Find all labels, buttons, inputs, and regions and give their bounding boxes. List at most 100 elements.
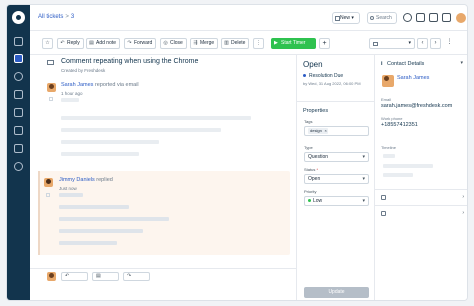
- calendar-icon[interactable]: [416, 13, 425, 22]
- add-label: +: [322, 40, 327, 47]
- reply-accent-bar: [38, 171, 40, 255]
- user-avatar[interactable]: [456, 13, 466, 23]
- admin-gear-icon[interactable]: [14, 162, 23, 171]
- quick-reply-button[interactable]: ↶: [61, 272, 88, 281]
- search-box[interactable]: Search: [367, 12, 397, 24]
- phone-label: Work phone: [381, 116, 403, 121]
- first-message-header: Sarah James reported via email: [61, 82, 139, 88]
- reply-options-icon[interactable]: [46, 193, 50, 197]
- placeholder-line: [61, 128, 221, 132]
- home-icon[interactable]: [14, 37, 23, 46]
- delete-button[interactable]: ▥ Delete: [221, 38, 250, 49]
- freshdesk-logo[interactable]: [12, 11, 25, 24]
- reply-message-time: Just now: [59, 186, 77, 191]
- chevron-down-icon: ▾: [362, 198, 365, 204]
- close-ticket-button[interactable]: ◎ Close: [160, 38, 187, 49]
- priority-select[interactable]: Low ▾: [304, 196, 369, 206]
- quick-note-button[interactable]: ▤: [92, 272, 119, 281]
- tags-field[interactable]: design ×: [304, 126, 369, 136]
- quick-forward-button[interactable]: ↷: [123, 272, 150, 281]
- next-ticket-button[interactable]: ›: [430, 38, 441, 49]
- type-label: Type: [304, 145, 313, 150]
- more-nav-icon: ⋮: [446, 39, 453, 45]
- prev-label: ‹: [421, 40, 424, 46]
- tickets-icon[interactable]: [14, 54, 23, 63]
- placeholder-line: [59, 241, 117, 245]
- forward-icon: ↷: [127, 40, 132, 46]
- merge-label: Merge: [200, 40, 215, 46]
- chevron-right-icon: ›: [462, 194, 464, 200]
- knowledge-base-icon[interactable]: [14, 108, 23, 117]
- tags-label: Tags: [304, 119, 313, 124]
- reply-label: Reply: [67, 40, 80, 46]
- trash-icon: ▥: [224, 40, 229, 46]
- placeholder-line: [383, 173, 413, 177]
- add-note-button[interactable]: ▤ Add note: [86, 38, 121, 49]
- placeholder-line: [59, 205, 129, 209]
- update-button[interactable]: Update: [304, 287, 369, 298]
- email-label: Email: [381, 97, 392, 102]
- add-note-label: Add note: [96, 40, 117, 46]
- required-mark: *: [316, 167, 319, 172]
- reply-message-card: Jimmy Daniels replied Just now: [38, 171, 290, 255]
- merge-button[interactable]: ⇶ Merge: [190, 38, 219, 49]
- tag-remove-icon[interactable]: ×: [324, 128, 326, 134]
- reply-message-header: Jimmy Daniels replied: [59, 177, 113, 183]
- apps-icon[interactable]: [429, 13, 438, 22]
- contact-name[interactable]: Sarah James: [397, 75, 429, 81]
- breadcrumb-all-tickets[interactable]: All tickets: [38, 14, 63, 20]
- start-timer-button[interactable]: ▶ Start Timer: [271, 38, 316, 49]
- agent-avatar: [44, 178, 53, 187]
- next-label: ›: [434, 40, 437, 46]
- properties-heading: Properties: [297, 101, 375, 114]
- view-selector[interactable]: ▾: [369, 38, 415, 49]
- reports-icon[interactable]: [14, 144, 23, 153]
- chevron-down-icon: ▾: [408, 40, 411, 46]
- forward-button[interactable]: ↷ Forward: [124, 38, 157, 49]
- notifications-bell-icon[interactable]: [403, 13, 412, 22]
- created-by: Created by Freshdesk: [61, 68, 106, 73]
- status-select[interactable]: Open ▾: [304, 174, 369, 184]
- placeholder-line: [383, 164, 433, 168]
- new-button[interactable]: New ▾: [332, 12, 360, 24]
- contact-details-heading: Contact Details: [381, 61, 424, 67]
- contacts-icon[interactable]: [14, 72, 23, 81]
- collapsed-section[interactable]: ›: [375, 189, 467, 204]
- message-options-icon[interactable]: [49, 97, 53, 101]
- chevron-right-icon: ›: [462, 210, 464, 216]
- new-button-label: New: [340, 15, 351, 21]
- collapsed-section[interactable]: ›: [375, 205, 467, 220]
- monitor-icon[interactable]: [14, 126, 23, 135]
- top-bar: All tickets >3 New ▾ Search: [30, 5, 467, 31]
- store-icon[interactable]: [442, 13, 451, 22]
- add-button[interactable]: +: [319, 38, 330, 49]
- star-button[interactable]: ☆: [42, 38, 53, 49]
- priority-dot: [308, 199, 311, 202]
- star-icon: ☆: [45, 40, 50, 46]
- more-nav-button[interactable]: ⋮: [444, 38, 455, 49]
- section-icon: [381, 195, 386, 200]
- timeline-label: Timeline: [381, 145, 396, 150]
- type-select[interactable]: Question ▾: [304, 152, 369, 162]
- collapse-chevron-icon[interactable]: ▾: [460, 60, 463, 66]
- type-value: Question: [308, 154, 329, 160]
- conversation-pane: Comment repeating when using the Chrome …: [30, 55, 296, 300]
- note-icon: ▤: [96, 273, 101, 279]
- reply-button[interactable]: ↶ Reply: [57, 38, 84, 49]
- previous-ticket-button[interactable]: ‹: [417, 38, 428, 49]
- placeholder-line: [59, 229, 143, 233]
- close-label: Close: [170, 40, 183, 46]
- chevron-down-icon: ▾: [362, 176, 365, 182]
- reply-message-sender[interactable]: Jimmy Daniels: [59, 177, 95, 183]
- placeholder-line: [61, 152, 139, 156]
- first-message-sender[interactable]: Sarah James: [61, 82, 93, 88]
- email-icon: [47, 60, 54, 65]
- resolution-due: Resolution Due: [303, 73, 343, 79]
- sender-avatar: [47, 83, 56, 92]
- section-icon: [381, 211, 386, 216]
- contact-email: sarah.james@freshdesk.com: [381, 103, 453, 109]
- more-options-button[interactable]: ⋮: [253, 38, 264, 49]
- reply-icon: ↶: [60, 40, 65, 46]
- breadcrumb-ticket-number: 3: [70, 14, 75, 20]
- groups-icon[interactable]: [14, 90, 23, 99]
